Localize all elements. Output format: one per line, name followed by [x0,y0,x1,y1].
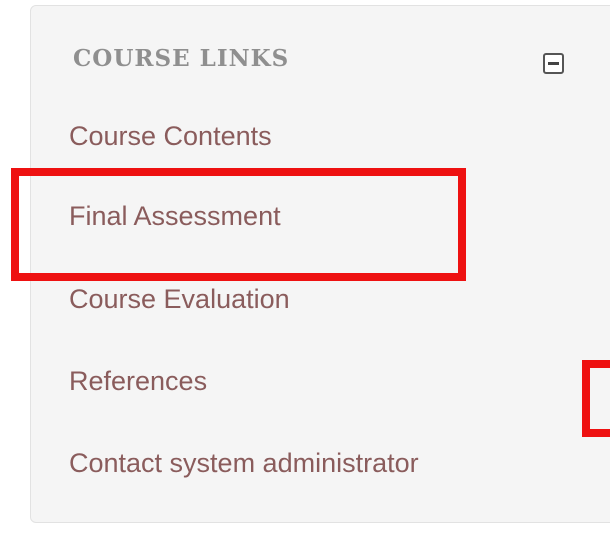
link-contact-system-administrator[interactable]: Contact system administrator [69,447,419,479]
minus-square-icon [548,62,559,65]
screenshot-stage: COURSE LINKS Course Contents Final Asses… [0,0,610,545]
link-references[interactable]: References [69,365,207,397]
block-title: COURSE LINKS [73,45,290,72]
collapse-block-button[interactable] [543,53,564,74]
link-final-assessment[interactable]: Final Assessment [69,200,281,232]
course-links-block [30,5,610,523]
link-course-contents[interactable]: Course Contents [69,120,272,152]
link-course-evaluation[interactable]: Course Evaluation [69,283,290,315]
